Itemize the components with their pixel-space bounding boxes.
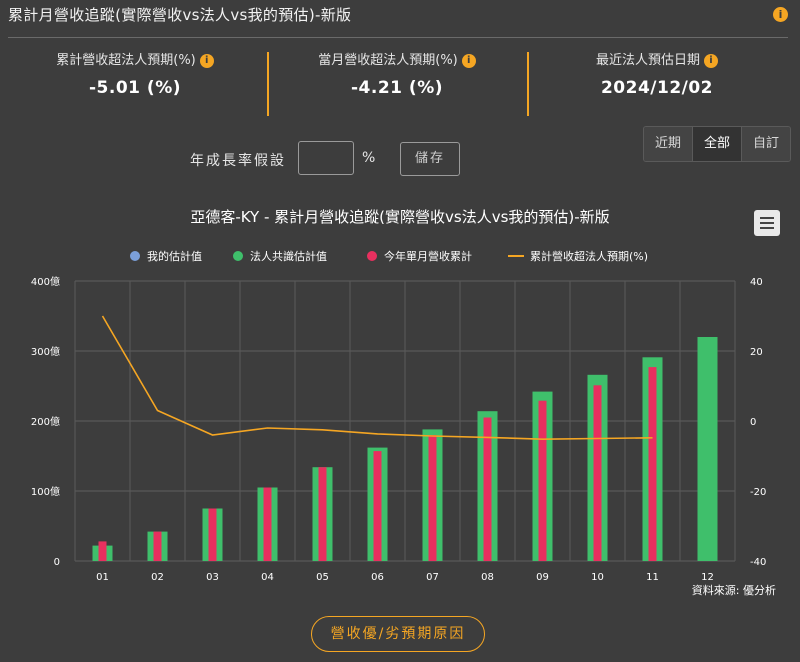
x-tick: 08 xyxy=(481,572,494,583)
legend-label: 今年單月營收累計 xyxy=(384,249,472,263)
bar-actual xyxy=(373,451,382,561)
bar-actual xyxy=(98,541,107,561)
y-left-tick: 100億 xyxy=(31,485,60,498)
data-source: 資料來源: 優分析 xyxy=(691,584,776,597)
percent-unit: % xyxy=(362,150,376,166)
stat-value: -5.01 (%) xyxy=(89,78,181,98)
stat-separator xyxy=(527,52,529,116)
tab-custom[interactable]: 自訂 xyxy=(742,127,790,161)
bar-consensus xyxy=(697,337,718,561)
tab-all[interactable]: 全部 xyxy=(693,127,742,161)
x-tick: 01 xyxy=(96,572,109,583)
revenue-reason-button[interactable]: 營收優/劣預期原因 xyxy=(311,616,485,652)
x-tick: 03 xyxy=(206,572,219,583)
y-right-tick: 0 xyxy=(750,417,756,428)
bar-actual xyxy=(483,417,492,561)
stat-estimate-date: 最近法人預估日期 i 2024/12/02 xyxy=(527,50,787,98)
legend-label: 累計營收超法人預期(%) xyxy=(530,249,648,263)
chart-title: 亞德客-KY - 累計月營收追蹤(實際營收vs法人vs我的預估)-新版 xyxy=(190,208,609,226)
bar-actual xyxy=(648,367,657,561)
x-tick: 06 xyxy=(371,572,384,583)
stat-label: 累計營收超法人預期(%) xyxy=(56,53,196,68)
y-left-tick: 200億 xyxy=(31,415,60,428)
info-icon[interactable]: i xyxy=(199,53,214,68)
growth-rate-input[interactable] xyxy=(298,141,354,175)
x-tick: 04 xyxy=(261,572,274,583)
legend-marker xyxy=(367,251,377,261)
revenue-chart: 亞德客-KY - 累計月營收追蹤(實際營收vs法人vs我的預估)-新版我的估計值… xyxy=(31,208,766,583)
info-icon[interactable]: i xyxy=(704,53,718,68)
stat-value: -4.21 (%) xyxy=(351,78,443,98)
bar-actual xyxy=(153,531,162,561)
legend-marker xyxy=(233,251,243,261)
growth-rate-label: 年成長率假設 xyxy=(190,153,286,169)
x-tick: 10 xyxy=(591,572,604,583)
bar-actual xyxy=(593,385,602,561)
stats-row: 累計營收超法人預期(%) i -5.01 (%) 當月營收超法人預期(%) i -4… xyxy=(0,50,800,120)
bar-actual xyxy=(538,400,547,561)
stat-separator xyxy=(267,52,269,116)
bar-actual xyxy=(208,508,217,561)
tab-recent[interactable]: 近期 xyxy=(644,127,693,161)
bar-actual xyxy=(263,487,272,561)
y-left-tick: 300億 xyxy=(31,345,60,358)
legend-marker xyxy=(130,251,140,261)
legend-label: 我的估計值 xyxy=(147,249,202,263)
y-right-tick: -20 xyxy=(750,487,766,498)
x-tick: 07 xyxy=(426,572,439,583)
bar-actual xyxy=(428,435,437,561)
header-info-icon[interactable]: i xyxy=(773,4,788,23)
stat-label: 當月營收超法人預期(%) xyxy=(318,53,458,68)
range-tab-group: 近期 全部 自訂 xyxy=(643,126,791,162)
x-tick: 11 xyxy=(646,572,659,583)
legend-label: 法人共識估計值 xyxy=(250,249,327,263)
header-divider xyxy=(8,37,788,38)
x-tick: 09 xyxy=(536,572,549,583)
page-title: 累計月營收追蹤(實際營收vs法人vs我的預估)-新版 xyxy=(8,6,352,24)
stat-value: 2024/12/02 xyxy=(600,78,714,98)
y-left-tick: 0 xyxy=(54,557,60,568)
save-button[interactable]: 儲存 xyxy=(400,142,460,176)
y-right-tick: 20 xyxy=(750,347,763,358)
bar-actual xyxy=(318,467,327,561)
info-icon[interactable]: i xyxy=(461,53,476,68)
y-right-tick: 40 xyxy=(750,277,763,288)
y-left-tick: 400億 xyxy=(31,275,60,288)
stat-monthly-beat: 當月營收超法人預期(%) i -4.21 (%) xyxy=(267,50,527,98)
x-tick: 05 xyxy=(316,572,329,583)
stat-label: 最近法人預估日期 xyxy=(595,53,700,68)
stat-cumulative-beat: 累計營收超法人預期(%) i -5.01 (%) xyxy=(5,50,265,98)
x-tick: 02 xyxy=(151,572,164,583)
y-right-tick: -40 xyxy=(750,557,766,568)
